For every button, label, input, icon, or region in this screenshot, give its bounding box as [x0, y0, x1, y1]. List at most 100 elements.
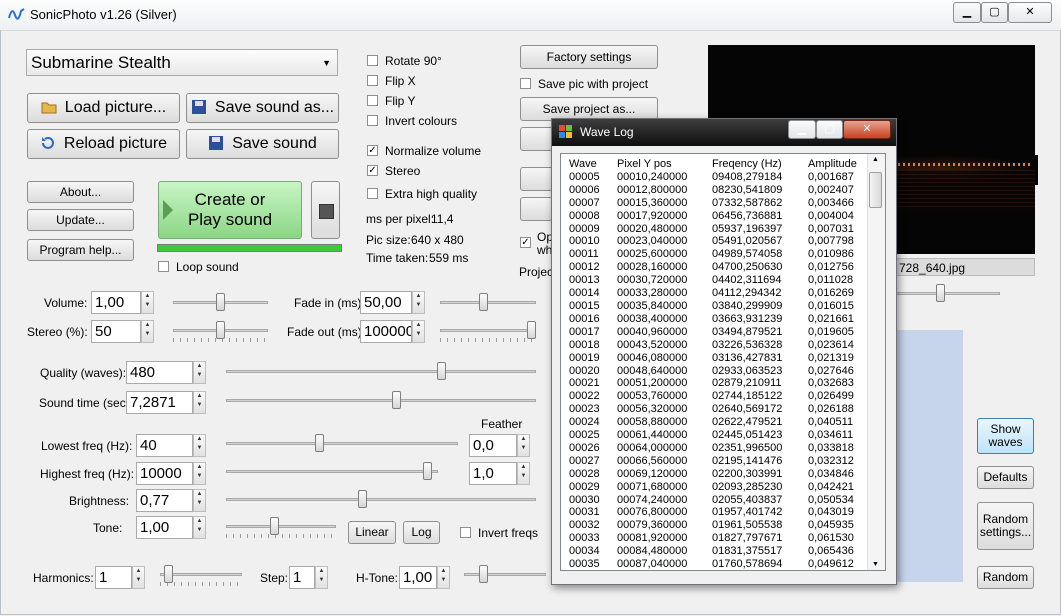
rotate90-checkbox[interactable] — [367, 55, 378, 66]
maximize-button[interactable]: ▢ — [981, 2, 1008, 23]
volume-spinner[interactable]: ▲ ▼ — [141, 291, 154, 314]
highest-feather-input[interactable]: 1,0 — [469, 462, 517, 485]
step-input[interactable]: 1 — [289, 566, 315, 589]
lowest-freq-slider-thumb[interactable] — [315, 434, 325, 452]
wave-log-title-bar[interactable]: Wave Log ▁ ▢ ✕ — [552, 119, 896, 146]
scroll-down-icon[interactable]: ▼ — [872, 561, 879, 568]
about-button[interactable]: About... — [27, 181, 134, 203]
quality-slider-track[interactable] — [226, 370, 536, 373]
preset-dropdown[interactable]: Submarine Stealth ▼ — [26, 49, 338, 76]
normalize-volume-checkbox[interactable]: ✓ — [367, 145, 378, 156]
lowest-freq-spinner[interactable]: ▲ ▼ — [193, 434, 206, 457]
save-sound-as-button[interactable]: Save sound as... — [186, 93, 339, 123]
volume-slider-thumb[interactable] — [216, 293, 225, 311]
sound-time-slider-track[interactable] — [226, 399, 536, 402]
wave-log-minimize[interactable]: ▁ — [788, 120, 816, 139]
highest-freq-spinner[interactable]: ▲ ▼ — [193, 462, 206, 485]
random-button[interactable]: Random — [977, 566, 1034, 589]
save-pic-with-project-checkbox[interactable] — [520, 78, 531, 89]
fade-in-slider-thumb[interactable] — [479, 293, 489, 311]
harmonics-input[interactable]: 1 — [95, 566, 132, 589]
table-cell: 00012 — [569, 261, 600, 274]
op-checkbox[interactable]: ✓ — [520, 237, 531, 248]
stereo-slider-thumb[interactable] — [216, 321, 225, 339]
wave-log-list[interactable]: Wave Pixel Y pos Freqency (Hz) Amplitude 00… — [560, 153, 886, 571]
tone-input[interactable]: 1,00 — [136, 516, 193, 539]
table-cell: 0,040511 — [808, 416, 854, 429]
invert-colours-checkbox[interactable] — [367, 115, 378, 126]
htone-slider-track[interactable] — [464, 573, 546, 576]
hidden-button-1[interactable] — [520, 127, 554, 151]
highest-freq-input[interactable]: 10000 — [136, 462, 193, 485]
log-button[interactable]: Log — [403, 521, 440, 544]
tone-slider-thumb[interactable] — [270, 517, 280, 535]
wave-log-close[interactable]: ✕ — [843, 120, 891, 139]
lowest-freq-slider-track[interactable] — [226, 442, 458, 445]
lowest-freq-input[interactable]: 40 — [136, 434, 193, 457]
tone-slider-track[interactable] — [226, 525, 336, 528]
minimize-button[interactable]: ▁ — [953, 2, 981, 23]
wave-log-window[interactable]: Wave Log ▁ ▢ ✕ Wave Pixel Y pos Freqency (… — [551, 118, 897, 585]
reload-picture-button[interactable]: Reload picture — [27, 129, 180, 159]
brightness-spinner[interactable]: ▲ ▼ — [193, 489, 206, 512]
hidden-button-3[interactable] — [520, 197, 554, 221]
brightness-slider-thumb[interactable] — [358, 490, 368, 508]
quality-slider-thumb[interactable] — [436, 362, 446, 380]
highest-freq-slider-track[interactable] — [226, 470, 438, 473]
load-picture-button[interactable]: Load picture... — [27, 93, 180, 123]
fade-in-input[interactable]: 50,00 — [360, 291, 412, 314]
sound-time-slider-thumb[interactable] — [391, 391, 401, 409]
wave-log-maximize[interactable]: ▢ — [816, 120, 843, 139]
harmonics-slider-thumb[interactable] — [163, 565, 173, 583]
fade-in-spinner[interactable]: ▲ ▼ — [412, 291, 425, 314]
save-sound-button[interactable]: Save sound — [186, 129, 339, 159]
highest-freq-slider-thumb[interactable] — [422, 462, 432, 480]
close-button[interactable]: ✕ — [1008, 2, 1052, 23]
wave-log-scrollbar[interactable]: ▲ ▼ — [867, 154, 885, 570]
lowest-feather-spinner[interactable]: ▲ ▼ — [517, 434, 530, 457]
program-help-button[interactable]: Program help... — [27, 239, 134, 261]
extra-high-quality-checkbox[interactable] — [367, 188, 378, 199]
volume-input[interactable]: 1,00 — [91, 291, 141, 314]
sound-time-spinner[interactable]: ▲ ▼ — [193, 391, 206, 414]
lowest-feather-input[interactable]: 0,0 — [469, 434, 517, 457]
table-cell: 00056,320000 — [617, 403, 688, 416]
hidden-button-2[interactable] — [520, 167, 554, 191]
stereo-checkbox[interactable]: ✓ — [367, 165, 378, 176]
fade-out-spinner[interactable]: ▲ ▼ — [412, 320, 425, 343]
scroll-thumb[interactable] — [869, 172, 882, 208]
fade-out-input[interactable]: 100000 — [360, 320, 412, 343]
step-spinner[interactable]: ▲ ▼ — [315, 566, 328, 589]
update-button[interactable]: Update... — [27, 209, 134, 231]
brightness-input[interactable]: 0,77 — [136, 489, 193, 512]
harmonics-spinner[interactable]: ▲ ▼ — [132, 566, 145, 589]
random-settings-button[interactable]: Random settings... — [977, 502, 1034, 550]
stereo-pct-input[interactable]: 50 — [91, 320, 141, 343]
stereo-pct-spinner[interactable]: ▲ ▼ — [141, 320, 154, 343]
defaults-button[interactable]: Defaults — [977, 466, 1034, 489]
preview-slider-thumb[interactable] — [935, 284, 945, 302]
table-cell: 0,026499 — [808, 390, 854, 403]
highest-feather-spinner[interactable]: ▲ ▼ — [517, 462, 530, 485]
htone-input[interactable]: 1,00 — [399, 566, 437, 589]
sound-time-input[interactable]: 7,2871 — [126, 391, 193, 414]
flipy-checkbox[interactable] — [367, 95, 378, 106]
loop-sound-checkbox[interactable] — [158, 261, 169, 272]
volume-label: Volume: — [44, 296, 88, 310]
quality-input[interactable]: 480 — [126, 361, 193, 384]
factory-settings-button[interactable]: Factory settings — [520, 45, 658, 69]
create-play-button[interactable]: Create or Play sound — [158, 181, 302, 239]
htone-slider-thumb[interactable] — [478, 565, 488, 583]
brightness-slider-track[interactable] — [226, 498, 536, 501]
linear-button[interactable]: Linear — [348, 521, 396, 544]
scroll-up-icon[interactable]: ▲ — [872, 156, 879, 163]
fade-out-slider-track[interactable] — [440, 329, 536, 332]
stop-button[interactable] — [311, 181, 340, 239]
quality-spinner[interactable]: ▲ ▼ — [193, 361, 206, 384]
invert-freqs-checkbox[interactable] — [460, 527, 471, 538]
tone-spinner[interactable]: ▲ ▼ — [193, 516, 206, 539]
show-waves-button[interactable]: Show waves — [977, 418, 1034, 454]
flipx-checkbox[interactable] — [367, 75, 378, 86]
htone-spinner[interactable]: ▲ ▼ — [437, 566, 450, 589]
fade-out-slider-thumb[interactable] — [527, 321, 536, 339]
